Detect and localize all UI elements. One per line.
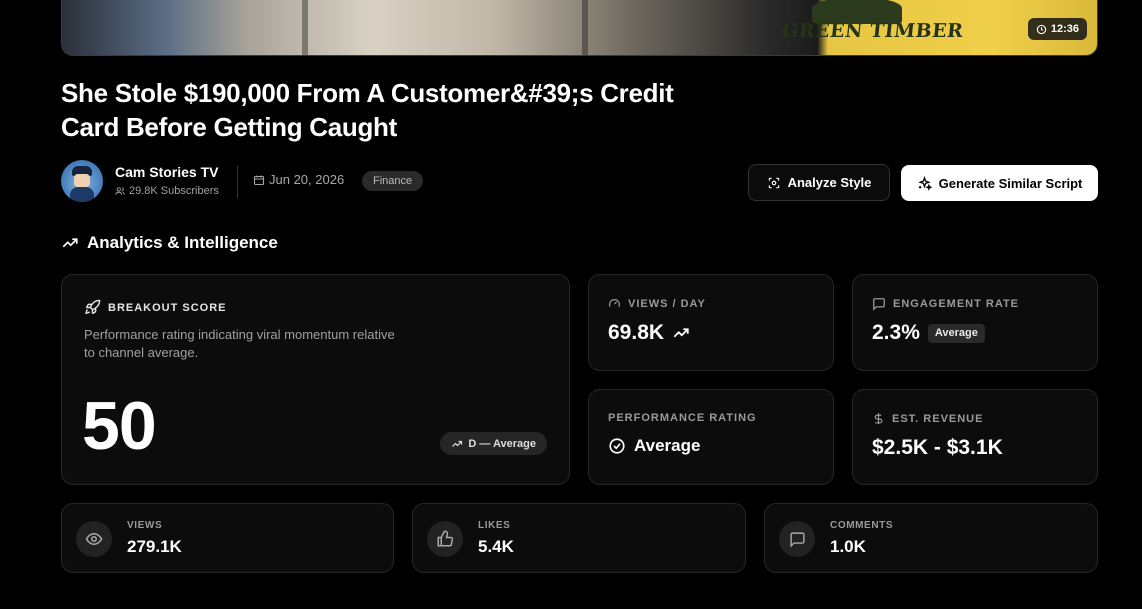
engagement-rate-label-text: ENGAGEMENT RATE: [893, 298, 1020, 310]
likes-value: 5.4K: [478, 537, 514, 556]
clock-icon: [1036, 24, 1047, 34]
divider: [237, 166, 238, 198]
thumbnail-detail: [302, 0, 308, 55]
calendar-icon: [253, 175, 265, 185]
breakout-score-label-text: BREAKOUT SCORE: [108, 301, 227, 314]
estimated-revenue-value: $2.5K - $3.1K: [872, 436, 1003, 459]
engagement-badge: Average: [927, 323, 985, 343]
users-icon: [115, 187, 125, 195]
breakout-description: Performance rating indicating viral mome…: [84, 327, 395, 360]
channel-row: Cam Stories TV 29.8K Subscribers Jun 20,…: [61, 160, 1098, 202]
likes-stat-card: LIKES 5.4K: [412, 503, 746, 573]
generate-similar-script-label: Generate Similar Script: [938, 175, 1083, 191]
performance-rating-card: PERFORMANCE RATING Average: [588, 389, 834, 485]
comments-value: 1.0K: [830, 537, 866, 556]
rocket-icon: [85, 299, 101, 315]
category-tag: Finance: [362, 171, 424, 191]
comments-stat-card: COMMENTS 1.0K: [764, 503, 1098, 573]
views-value: 279.1K: [127, 537, 182, 556]
grade-text: D — Average: [468, 437, 536, 450]
video-thumbnail[interactable]: GREEN TIMBER 12:36: [61, 0, 1098, 56]
engagement-rate-label: ENGAGEMENT RATE: [872, 297, 1019, 311]
scan-icon: [768, 177, 779, 188]
performance-rating-text: Average: [634, 436, 701, 455]
trending-up-icon: [673, 328, 689, 338]
thumbnail-sign-text: GREEN TIMBER: [780, 20, 965, 42]
breakout-score-label: BREAKOUT SCORE: [84, 299, 227, 316]
breakout-score-value: 50: [82, 388, 157, 464]
likes-icon-badge: [427, 521, 463, 557]
breakout-score-card: BREAKOUT SCORE Performance rating indica…: [61, 274, 570, 485]
avatar[interactable]: [61, 160, 103, 202]
views-icon-badge: [76, 521, 112, 557]
trending-up-icon: [62, 238, 78, 248]
analyze-style-label: Analyze Style: [787, 175, 872, 190]
views-stat-card: VIEWS 279.1K: [61, 503, 394, 573]
dollar-icon: [874, 413, 883, 424]
channel-name[interactable]: Cam Stories TV: [115, 164, 218, 180]
estimated-revenue-label: EST. REVENUE: [872, 412, 983, 425]
analytics-section-title-text: Analytics & Intelligence: [87, 233, 278, 252]
views-label: VIEWS: [127, 520, 163, 531]
views-per-day-number: 69.8K: [608, 321, 665, 344]
duration-badge: 12:36: [1027, 18, 1087, 40]
views-per-day-card: VIEWS / DAY 69.8K: [588, 274, 834, 371]
engagement-rate-value: 2.3% Average: [872, 321, 985, 345]
engagement-rate-number: 2.3%: [872, 321, 920, 344]
estimated-revenue-label-text: EST. REVENUE: [892, 412, 984, 425]
grade-badge: D — Average: [440, 432, 547, 455]
performance-rating-value: Average: [608, 436, 700, 456]
analyze-style-button[interactable]: Analyze Style: [748, 164, 890, 201]
analytics-section-title: Analytics & Intelligence: [61, 233, 278, 253]
views-per-day-label: VIEWS / DAY: [608, 297, 706, 310]
gauge-icon: [609, 299, 620, 308]
engagement-rate-card: ENGAGEMENT RATE 2.3% Average: [852, 274, 1098, 371]
comments-icon-badge: [779, 521, 815, 557]
video-title: She Stole $190,000 From A Customer&#39;s…: [61, 78, 674, 142]
estimated-revenue-card: EST. REVENUE $2.5K - $3.1K: [852, 389, 1098, 485]
message-square-icon: [789, 531, 805, 548]
thumbs-up-icon: [437, 530, 454, 547]
trending-up-icon: [452, 440, 463, 447]
subscriber-text: 29.8K Subscribers: [129, 185, 219, 197]
views-per-day-label-text: VIEWS / DAY: [628, 297, 706, 310]
message-square-icon: [873, 298, 885, 311]
performance-rating-label: PERFORMANCE RATING: [608, 412, 757, 424]
comments-label: COMMENTS: [830, 520, 894, 531]
duration-text: 12:36: [1050, 23, 1079, 35]
generate-similar-script-button[interactable]: Generate Similar Script: [901, 165, 1098, 201]
sparkles-icon: [917, 175, 932, 191]
publish-date-text: Jun 20, 2026: [269, 172, 345, 187]
thumbnail-detail: [582, 0, 588, 55]
subscriber-count: 29.8K Subscribers: [115, 185, 219, 197]
likes-label: LIKES: [478, 520, 511, 531]
check-circle-icon: [609, 438, 625, 454]
views-per-day-value: 69.8K: [608, 321, 690, 345]
eye-icon: [85, 532, 103, 546]
publish-date: Jun 20, 2026: [253, 172, 344, 187]
